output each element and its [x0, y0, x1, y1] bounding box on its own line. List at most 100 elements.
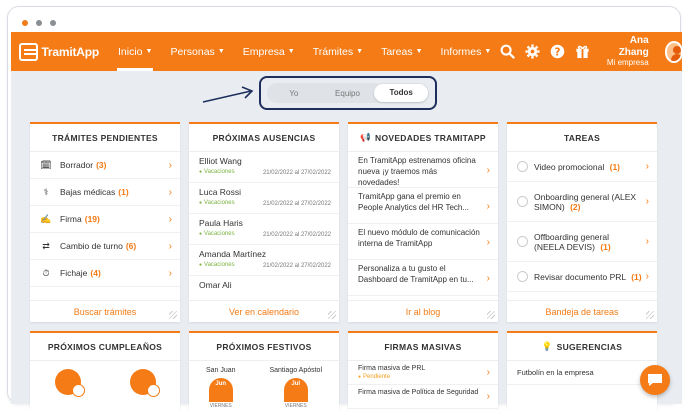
chevron-right-icon: › [486, 201, 490, 212]
menu-item-tramites[interactable]: Trámites ▼ [304, 32, 372, 71]
menu-item-empresa[interactable]: Empresa ▼ [234, 32, 304, 71]
list-item[interactable]: Elliot WangVacaciones21/02/2022 al 27/02… [189, 152, 339, 183]
card-title-row: 💡 SUGERENCIAS [507, 333, 657, 361]
view-calendar-link[interactable]: Ver en calendario [189, 300, 339, 322]
list-item[interactable]: ⇄ Cambio de turno (6) › [30, 233, 180, 260]
clock-icon: ⏱ [42, 267, 50, 278]
list-item[interactable]: Futbolín en la empresa [507, 361, 657, 385]
task-inbox-link[interactable]: Bandeja de tareas [507, 300, 657, 322]
list-item[interactable]: Firma masiva de Política de Seguridad › [348, 385, 498, 409]
card-title: SUGERENCIAS [556, 341, 623, 352]
window-dot-minimize[interactable] [36, 20, 42, 26]
list-item[interactable]: Luca RossiVacaciones21/02/2022 al 27/02/… [189, 183, 339, 214]
user-info[interactable]: Ana Zhang Mi empresa [606, 35, 649, 68]
firma-label: Firma masiva de PRL [358, 365, 426, 372]
task-count: (1) [609, 161, 621, 172]
card-sugerencias: 💡 SUGERENCIAS Futbolín en la empresa [507, 331, 657, 411]
menu-label: Empresa [242, 45, 285, 58]
menu-item-personas[interactable]: Personas ▼ [161, 32, 233, 71]
news-item[interactable]: TramitApp gana el premio en People Analy… [348, 188, 498, 224]
task-text: Video promocional (1) [534, 162, 620, 172]
medical-icon: ⚕ [43, 186, 49, 197]
window-dot-maximize[interactable] [50, 20, 56, 26]
task-item[interactable]: Onboarding general (ALEX SIMON) (2) › [507, 182, 657, 222]
holiday-month: Jul [291, 381, 301, 387]
absence-name: Amanda Martínez [199, 249, 267, 259]
holiday-weekday: VIERNES [284, 403, 307, 409]
gear-icon[interactable] [525, 43, 540, 60]
chevron-right-icon: › [168, 159, 172, 171]
news-item[interactable]: El nuevo módulo de comunicación interna … [348, 224, 498, 260]
list-item[interactable]: ✍ Firma (19) › [30, 206, 180, 233]
holiday-item: San Juan Jun VIERNES [206, 367, 236, 409]
task-icon [517, 271, 528, 282]
app-logo[interactable]: TramitApp [19, 42, 99, 61]
menu-item-inicio[interactable]: Inicio ▼ [109, 32, 161, 71]
window-dot-close[interactable] [22, 20, 28, 26]
scope-option-equipo[interactable]: Equipo [321, 89, 375, 98]
resize-grip-icon[interactable] [328, 311, 336, 319]
list-item[interactable]: ⏱ Fichaje (4) › [30, 260, 180, 287]
chat-bubble-icon [648, 374, 662, 386]
holiday-name: Santiago Apóstol [269, 367, 323, 374]
absence-dates: 21/02/2022 al 27/02/2022 [262, 232, 331, 238]
draft-icon: 🗓 [40, 159, 52, 170]
chevron-right-icon: › [486, 391, 490, 402]
birthday-list [30, 361, 180, 397]
resize-grip-icon[interactable] [487, 311, 495, 319]
menu-label: Personas [170, 45, 215, 58]
item-label: Borrador [60, 160, 94, 170]
status-badge: Pendiente [358, 374, 480, 380]
user-name: Ana Zhang [618, 35, 649, 58]
task-text: Onboarding general (ALEX SIMON) (2) [534, 192, 637, 212]
scope-option-yo[interactable]: Yo [267, 89, 321, 98]
task-item[interactable]: Offboarding general (NEELA DEVIS) (1) › [507, 222, 657, 262]
help-icon[interactable]: ? [550, 43, 565, 60]
avatar[interactable] [54, 369, 85, 397]
item-count: (1) [118, 187, 129, 197]
chat-button[interactable] [640, 365, 670, 395]
item-count: (3) [96, 160, 107, 170]
resize-grip-icon[interactable] [646, 311, 654, 319]
card-title: PRÓXIMAS AUSENCIAS [189, 124, 339, 152]
calendar-icon: Jun [208, 378, 233, 402]
nav-actions: ? Ana Zhang Mi empresa [500, 35, 684, 68]
menu-label: Informes [440, 45, 482, 58]
scope-option-todos[interactable]: Todos [374, 84, 429, 102]
avatar[interactable] [129, 369, 160, 397]
list-item[interactable]: ⚕ Bajas médicas (1) › [30, 179, 180, 206]
search-tramites-link[interactable]: Buscar trámites [30, 300, 180, 322]
task-item[interactable]: Video promocional (1) › [507, 152, 657, 182]
svg-text:?: ? [555, 46, 561, 58]
list-item[interactable]: Amanda MartínezVacaciones21/02/2022 al 2… [189, 245, 339, 276]
calendar-icon: Jul [283, 378, 308, 402]
absence-name: Omar Ali [199, 280, 232, 290]
chevron-right-icon: › [645, 161, 649, 172]
user-company: Mi empresa [606, 58, 649, 68]
logo-icon [19, 42, 39, 61]
menu-label: Tareas [381, 45, 413, 58]
task-item[interactable]: Revisar documento PRL (1) › [507, 262, 657, 292]
card-title: TRÁMITES PENDIENTES [30, 124, 180, 152]
task-label: Revisar documento PRL [534, 271, 626, 282]
list-item[interactable]: Firma masiva de PRL Pendiente › [348, 361, 498, 385]
list-item[interactable]: 🗓 Borrador (3) › [30, 152, 180, 179]
item-label: Cambio de turno [60, 241, 123, 251]
gift-icon[interactable] [575, 43, 590, 60]
blog-link[interactable]: Ir al blog [348, 300, 498, 322]
news-item[interactable]: Personaliza a tu gusto el Dashboard de T… [348, 260, 498, 296]
news-item[interactable]: En TramitApp estrenamos oficina nueva ¡y… [348, 152, 498, 188]
chevron-right-icon: › [645, 271, 649, 282]
chevron-down-icon: ▼ [484, 48, 492, 55]
card-firmas-masivas: FIRMAS MASIVAS Firma masiva de PRL Pendie… [348, 331, 498, 411]
logo-text: TramitApp [41, 44, 99, 59]
menu-item-tareas[interactable]: Tareas ▼ [372, 32, 431, 71]
card-title: PRÓXIMOS CUMPLEAÑOS [30, 333, 180, 361]
news-text: TramitApp gana el premio en People Analy… [358, 192, 470, 212]
menu-item-informes[interactable]: Informes ▼ [432, 32, 501, 71]
resize-grip-icon[interactable] [169, 311, 177, 319]
list-item[interactable]: Paula HarisVacaciones21/02/2022 al 27/02… [189, 214, 339, 245]
absence-dates: 21/02/2022 al 27/02/2022 [262, 170, 331, 176]
avatar[interactable] [664, 40, 684, 63]
search-icon[interactable] [500, 43, 516, 60]
